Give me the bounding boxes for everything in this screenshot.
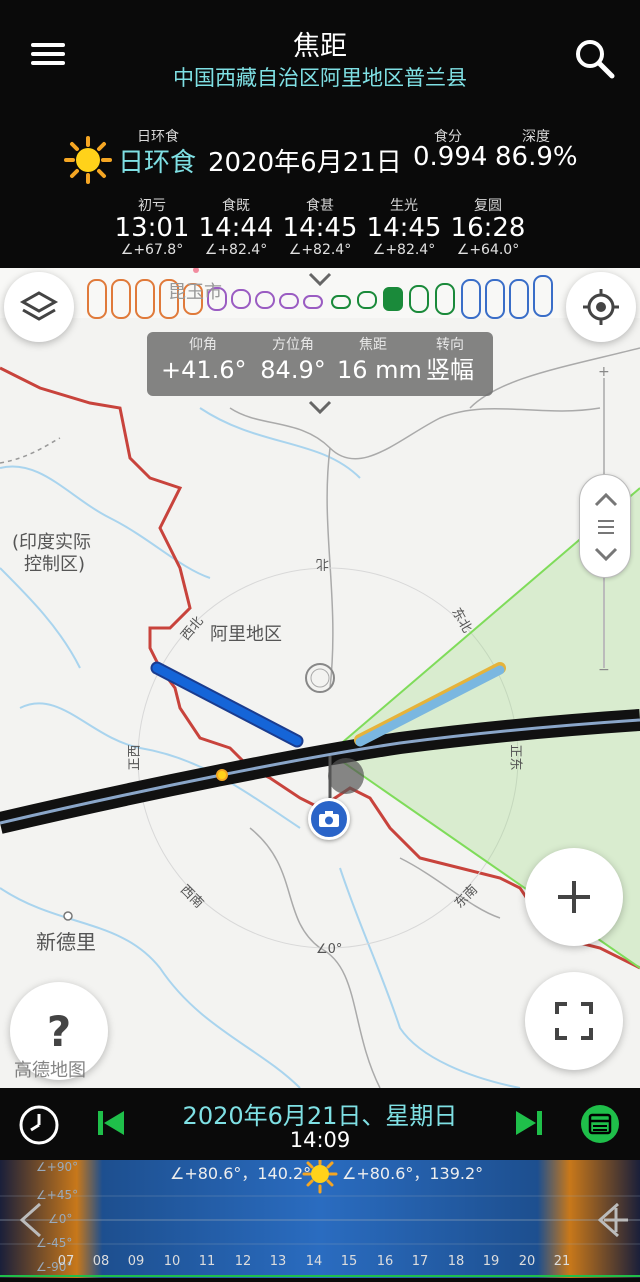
angle-mark-45: ∠+45° <box>36 1188 79 1202</box>
phase-time: 14:44 <box>198 213 274 243</box>
current-date[interactable]: 2020年6月21日、星期日 <box>0 1096 640 1131</box>
compass-north: 北 <box>316 556 330 571</box>
camera-info-panel[interactable]: 仰角 +41.6° 方位角 84.9° 焦距 16 mm 转向 竖幅 <box>147 332 493 396</box>
timeline-hour: 16 <box>376 1254 394 1269</box>
phase-angle: ∠+67.8° <box>120 242 184 258</box>
plus-icon[interactable] <box>525 848 623 946</box>
locate-icon[interactable] <box>566 272 636 342</box>
phase-time: 14:45 <box>282 213 358 243</box>
focal-value: 16 mm <box>337 356 422 384</box>
chevron-down-icon[interactable] <box>306 270 334 292</box>
map-label-kunyu: 昆玉市 <box>168 282 222 303</box>
map-view[interactable]: 仰角 +41.6° 方位角 84.9° 焦距 16 mm 转向 竖幅 + − 昆… <box>0 268 640 1088</box>
layers-icon[interactable] <box>4 272 74 342</box>
azimuth-value: 84.9° <box>260 356 326 384</box>
timeline-hour: 20 <box>518 1254 536 1269</box>
orientation-label: 转向 <box>436 337 464 353</box>
phase-time: 14:45 <box>366 213 442 243</box>
elevation-label: 仰角 <box>189 337 217 353</box>
azimuth-label: 方位角 <box>272 337 314 353</box>
azimuth-info: 方位角 84.9° <box>251 336 335 386</box>
phase-maximum[interactable]: 食甚 14:45 ∠+82.4° <box>278 198 362 258</box>
timeline-hour: 17 <box>411 1254 429 1269</box>
timeline-hour: 10 <box>163 1254 181 1269</box>
angle-mark-90: ∠+90° <box>36 1160 79 1174</box>
phase-label: 食甚 <box>306 198 334 214</box>
camera-icon[interactable] <box>308 798 350 840</box>
magnitude-value: 0.994 <box>413 142 488 172</box>
timeline-hour: 13 <box>269 1254 287 1269</box>
depth-value: 86.9% <box>495 142 578 172</box>
current-time[interactable]: 14:09 <box>0 1128 640 1152</box>
orientation-value: 竖幅 <box>426 356 474 384</box>
timeline-hour: 19 <box>482 1254 500 1269</box>
timeline-hour: 21 <box>553 1254 571 1269</box>
phase-label: 初亏 <box>138 198 166 214</box>
timeline-hour: 08 <box>92 1254 110 1269</box>
calendar-icon[interactable] <box>580 1104 620 1144</box>
bottom-bar: 2020年6月21日、星期日 14:09 ∠+80.6°，140.2° ∠+80… <box>0 1088 640 1282</box>
phase-angle: ∠+82.4° <box>372 242 436 258</box>
angle-mark-minus-45: ∠-45° <box>36 1236 73 1250</box>
phase-angle: ∠+64.0° <box>456 242 520 258</box>
eclipse-date: 2020年6月21日 <box>208 148 402 178</box>
phase-time: 13:01 <box>114 213 190 243</box>
phase-first-contact[interactable]: 初亏 13:01 ∠+67.8° <box>110 198 194 258</box>
sun-position-right: ∠+80.6°，139.2° <box>342 1164 484 1183</box>
phase-fourth-contact[interactable]: 复圆 16:28 ∠+64.0° <box>446 198 530 258</box>
phase-angle: ∠+82.4° <box>204 242 268 258</box>
sun-position-left: ∠+80.6°，140.2° <box>170 1164 312 1183</box>
compass-east: 正东 <box>507 744 523 771</box>
skip-next-icon[interactable] <box>514 1108 544 1138</box>
sun-timeline[interactable]: ∠+80.6°，140.2° ∠+80.6°，139.2° ∠+90° ∠+45… <box>0 1160 640 1278</box>
timeline-hours: 07 08 09 10 11 12 13 14 15 16 17 18 19 2… <box>0 1254 640 1274</box>
timeline-hour: 11 <box>198 1254 216 1269</box>
eclipse-summary: 日环食 日环食 2020年6月21日 食分 0.994 深度 86.9% <box>0 126 640 184</box>
timeline-hour: 09 <box>127 1254 145 1269</box>
phase-time: 16:28 <box>450 213 526 243</box>
focal-label: 焦距 <box>359 337 387 353</box>
eclipse-type: 日环食 <box>118 148 197 178</box>
phase-label: 生光 <box>390 198 418 214</box>
eclipse-phases: 初亏 13:01 ∠+67.8° 食既 14:44 ∠+82.4° 食甚 14:… <box>110 198 530 260</box>
elevation-info: 仰角 +41.6° <box>161 336 247 386</box>
timeline-hour: 07 <box>57 1254 75 1269</box>
phase-angle: ∠+82.4° <box>288 242 352 258</box>
search-icon[interactable] <box>570 34 620 84</box>
phase-label: 食既 <box>222 198 250 214</box>
location-label[interactable]: 中国西藏自治区阿里地区普兰县 <box>0 62 640 92</box>
map-label-ali: 阿里地区 <box>210 624 282 645</box>
timeline-hour: 12 <box>234 1254 252 1269</box>
orientation-info: 转向 竖幅 <box>415 336 485 386</box>
map-watermark: 高德地图 <box>14 1060 86 1081</box>
page-title: 焦距 <box>293 31 347 62</box>
chevron-down-icon[interactable] <box>306 398 334 420</box>
elevation-value: +41.6° <box>161 356 247 384</box>
phase-second-contact[interactable]: 食既 14:44 ∠+82.4° <box>194 198 278 258</box>
compass-zero: ∠0° <box>316 942 343 957</box>
zoom-slider-handle[interactable] <box>579 474 631 578</box>
timeline-hour: 15 <box>340 1254 358 1269</box>
zoom-slider-minus: − <box>598 662 610 678</box>
header: 焦距 中国西藏自治区阿里地区普兰县 日环食 日环食 2020年6月21日 食分 … <box>0 0 640 268</box>
angle-mark-0: ∠0° <box>48 1212 73 1226</box>
timeline-hour: 14 <box>305 1254 323 1269</box>
timeline-hour: 18 <box>447 1254 465 1269</box>
map-label-xindeli: 新德里 <box>36 930 96 954</box>
focal-info: 焦距 16 mm <box>337 336 422 386</box>
phase-third-contact[interactable]: 生光 14:45 ∠+82.4° <box>362 198 446 258</box>
fullscreen-icon[interactable] <box>525 972 623 1070</box>
map-label-india-control-2: 控制区) <box>24 554 86 575</box>
sun-icon <box>64 136 112 184</box>
phase-label: 复圆 <box>474 198 502 214</box>
compass-west: 正西 <box>127 744 143 771</box>
